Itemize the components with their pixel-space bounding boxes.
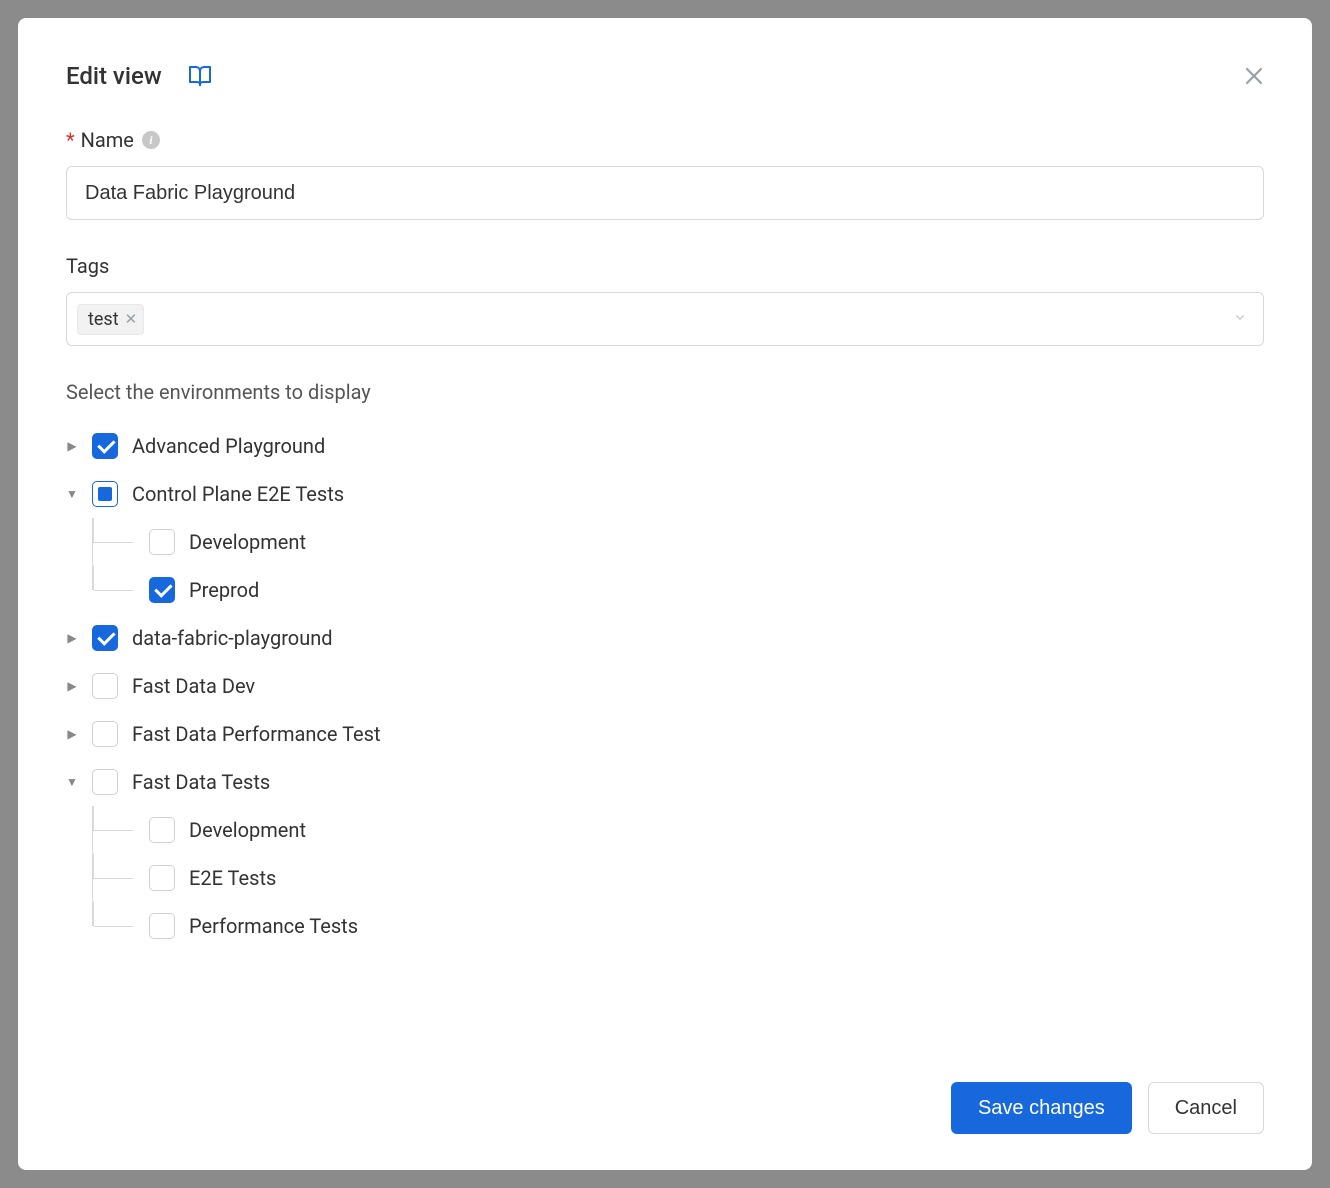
tree-node-label[interactable]: Performance Tests [189, 914, 358, 938]
tree-node-label[interactable]: Fast Data Tests [132, 770, 270, 794]
tree-checkbox[interactable] [149, 577, 175, 603]
tree-checkbox[interactable] [92, 481, 118, 507]
tree-checkbox[interactable] [92, 673, 118, 699]
caret-right-icon[interactable]: ▶ [66, 679, 78, 693]
tree-children: Development Preprod [92, 518, 1264, 614]
documentation-link-icon[interactable] [188, 64, 212, 88]
tree-node-label[interactable]: Preprod [189, 578, 259, 602]
name-label: *Name i [66, 128, 1264, 152]
chevron-down-icon[interactable] [1233, 310, 1247, 329]
caret-down-icon[interactable]: ▼ [66, 487, 78, 501]
tree-node-label[interactable]: E2E Tests [189, 866, 276, 890]
tree-node: ▶ Fast Data Performance Test [66, 710, 1264, 758]
tags-field-group: Tags test ✕ [66, 254, 1264, 346]
tag-chip-label: test [88, 309, 119, 330]
edit-view-dialog: Edit view *Name i Tags test ✕ [18, 18, 1312, 1170]
tree-child-node: E2E Tests [93, 854, 1264, 902]
tree-checkbox[interactable] [92, 769, 118, 795]
save-button[interactable]: Save changes [951, 1082, 1132, 1134]
tree-node-label[interactable]: Fast Data Dev [132, 674, 255, 698]
name-field-group: *Name i [66, 128, 1264, 220]
tree-checkbox[interactable] [149, 529, 175, 555]
dialog-title: Edit view [66, 62, 162, 90]
tag-chip: test ✕ [77, 304, 144, 335]
info-icon[interactable]: i [142, 131, 160, 149]
tags-label: Tags [66, 254, 1264, 278]
caret-right-icon[interactable]: ▶ [66, 727, 78, 741]
tree-child-node: Development [93, 518, 1264, 566]
dialog-footer: Save changes Cancel [66, 1062, 1264, 1134]
tree-checkbox[interactable] [149, 817, 175, 843]
tree-child-node: Development [93, 806, 1264, 854]
tree-checkbox[interactable] [92, 721, 118, 747]
tag-remove-icon[interactable]: ✕ [125, 312, 138, 327]
required-indicator: * [66, 128, 75, 152]
tags-input[interactable]: test ✕ [66, 292, 1264, 346]
tree-node-label[interactable]: Control Plane E2E Tests [132, 482, 344, 506]
tree-node-label[interactable]: Advanced Playground [132, 434, 325, 458]
tree-child-node: Performance Tests [93, 902, 1264, 950]
tree-checkbox[interactable] [149, 865, 175, 891]
tree-node: ▼ Control Plane E2E Tests [66, 470, 1264, 518]
caret-down-icon[interactable]: ▼ [66, 775, 78, 789]
caret-right-icon[interactable]: ▶ [66, 439, 78, 453]
tree-checkbox[interactable] [149, 913, 175, 939]
tree-child-node: Preprod [93, 566, 1264, 614]
tree-children: Development E2E Tests Performance Tests [92, 806, 1264, 950]
tree-checkbox[interactable] [92, 433, 118, 459]
tree-node: ▶ Advanced Playground [66, 422, 1264, 470]
tree-node-label[interactable]: data-fabric-playground [132, 626, 333, 650]
tree-node-label[interactable]: Fast Data Performance Test [132, 722, 381, 746]
environments-label: Select the environments to display [66, 380, 1264, 404]
tree-node: ▶ Fast Data Dev [66, 662, 1264, 710]
tree-node-label[interactable]: Development [189, 818, 306, 842]
name-input[interactable] [66, 166, 1264, 220]
tree-node-label[interactable]: Development [189, 530, 306, 554]
tree-node: ▼ Fast Data Tests [66, 758, 1264, 806]
caret-right-icon[interactable]: ▶ [66, 631, 78, 645]
tree-checkbox[interactable] [92, 625, 118, 651]
environments-tree: ▶ Advanced Playground ▼ Control Plane E2E T… [66, 422, 1264, 950]
cancel-button[interactable]: Cancel [1148, 1082, 1264, 1134]
dialog-header: Edit view [66, 62, 1264, 90]
close-button[interactable] [1242, 64, 1266, 88]
tree-node: ▶ data-fabric-playground [66, 614, 1264, 662]
